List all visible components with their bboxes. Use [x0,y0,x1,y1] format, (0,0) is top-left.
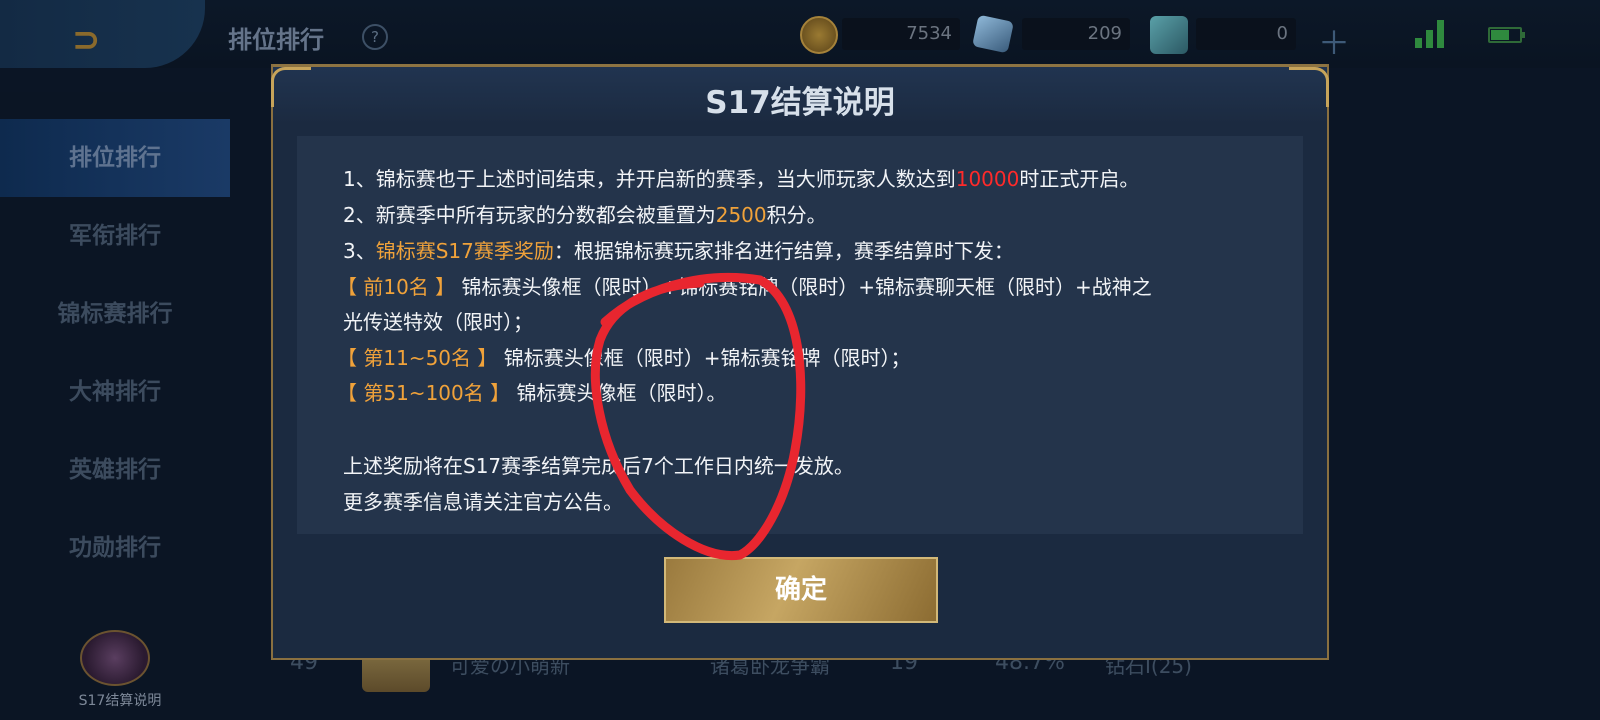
sidebar-item-rank[interactable]: 排位排行 [0,119,230,197]
rule-line-2: 2、新赛季中所有玩家的分数都会被重置为2500积分。 [343,199,827,228]
rule-line-1: 1、锦标赛也于上述时间结束，并开启新的赛季，当大师玩家人数达到10000时正式开… [343,163,1139,192]
voucher-value: 0 [1276,23,1288,44]
voucher-counter: 0 [1196,18,1296,50]
tier-rank-label: 【 第11~50名 】 [337,346,498,370]
sidebar-item-master[interactable]: 大神排行 [0,353,230,431]
tier-reward-text: 锦标赛头像框（限时）。 [516,381,727,405]
diamond-icon [972,14,1014,54]
voucher-icon [1150,16,1188,54]
season-settlement-label[interactable]: S17结算说明 [65,690,175,710]
gold-coin-icon [800,16,838,54]
signal-icon [1415,20,1449,48]
announcement-note: 更多赛季信息请关注官方公告。 [343,490,623,514]
reward-heading: 锦标赛S17赛季奖励 [375,239,554,263]
sidebar-item-military[interactable]: 军衔排行 [0,197,230,275]
rule-text: ：根据锦标赛玩家排名进行结算，赛季结算时下发： [553,239,1014,263]
back-button[interactable]: ⊃ [0,0,205,68]
sidebar-item-merit[interactable]: 功勋排行 [0,509,230,587]
dialog-title: S17结算说明 [705,85,895,121]
dialog-header: S17结算说明 [271,64,1329,124]
help-icon[interactable]: ? [362,24,388,50]
sidebar-item-championship[interactable]: 锦标赛排行 [0,275,230,353]
confirm-button[interactable]: 确定 [664,557,938,623]
rule-text: 积分。 [766,203,827,227]
battery-icon [1488,27,1525,43]
top-bar: ⊃ 排位排行 ? 7534 209 0 ＋ [0,0,1600,68]
rule-text: 2、新赛季中所有玩家的分数都会被重置为 [343,203,716,227]
rule-text: 时正式开启。 [1019,167,1140,191]
tier-rank-label: 【 前10名 】 [337,275,456,299]
reset-score-value: 2500 [715,203,767,227]
tier-rank-label: 【 第51~100名 】 [337,381,511,405]
distribution-note: 上述奖励将在S17赛季结算完成后7个工作日内统一发放。 [343,454,854,478]
rule-text: 1、锦标赛也于上述时间结束，并开启新的赛季，当大师玩家人数达到 [343,167,956,191]
gold-counter: 7534 [842,18,960,50]
reward-tier-1-cont: 光传送特效（限时）； [343,310,533,334]
tier-reward-text: 锦标赛头像框（限时）+锦标赛铭牌（限时）； [503,346,911,370]
sidebar-item-hero[interactable]: 英雄排行 [0,431,230,509]
reward-tier-1: 【 前10名 】 锦标赛头像框（限时）+锦标赛铭牌（限时）+锦标赛聊天框（限时）… [337,271,1152,300]
back-arrow-icon: ⊃ [72,20,101,60]
settlement-dialog: S17结算说明 1、锦标赛也于上述时间结束，并开启新的赛季，当大师玩家人数达到1… [271,64,1329,660]
diamond-counter: 209 [1022,18,1130,50]
gold-value: 7534 [906,23,952,44]
rule-text: 3、 [343,239,376,263]
reward-tier-2: 【 第11~50名 】 锦标赛头像框（限时）+锦标赛铭牌（限时）； [337,342,911,371]
sidebar: 排位排行 军衔排行 锦标赛排行 大神排行 英雄排行 功勋排行 [0,92,230,720]
diamond-value: 209 [1087,23,1122,44]
dialog-content: 1、锦标赛也于上述时间结束，并开启新的赛季，当大师玩家人数达到10000时正式开… [297,136,1303,534]
page-title: 排位排行 [228,26,324,54]
master-count-value: 10000 [955,167,1020,191]
rule-line-3: 3、锦标赛S17赛季奖励：根据锦标赛玩家排名进行结算，赛季结算时下发： [343,235,1014,264]
tier-reward-text: 锦标赛头像框（限时）+锦标赛铭牌（限时）+锦标赛聊天框（限时）+战神之 [461,275,1152,299]
season-badge-icon[interactable] [80,630,150,686]
reward-tier-3: 【 第51~100名 】 锦标赛头像框（限时）。 [337,377,726,406]
add-voucher-icon[interactable]: ＋ [1318,18,1350,64]
